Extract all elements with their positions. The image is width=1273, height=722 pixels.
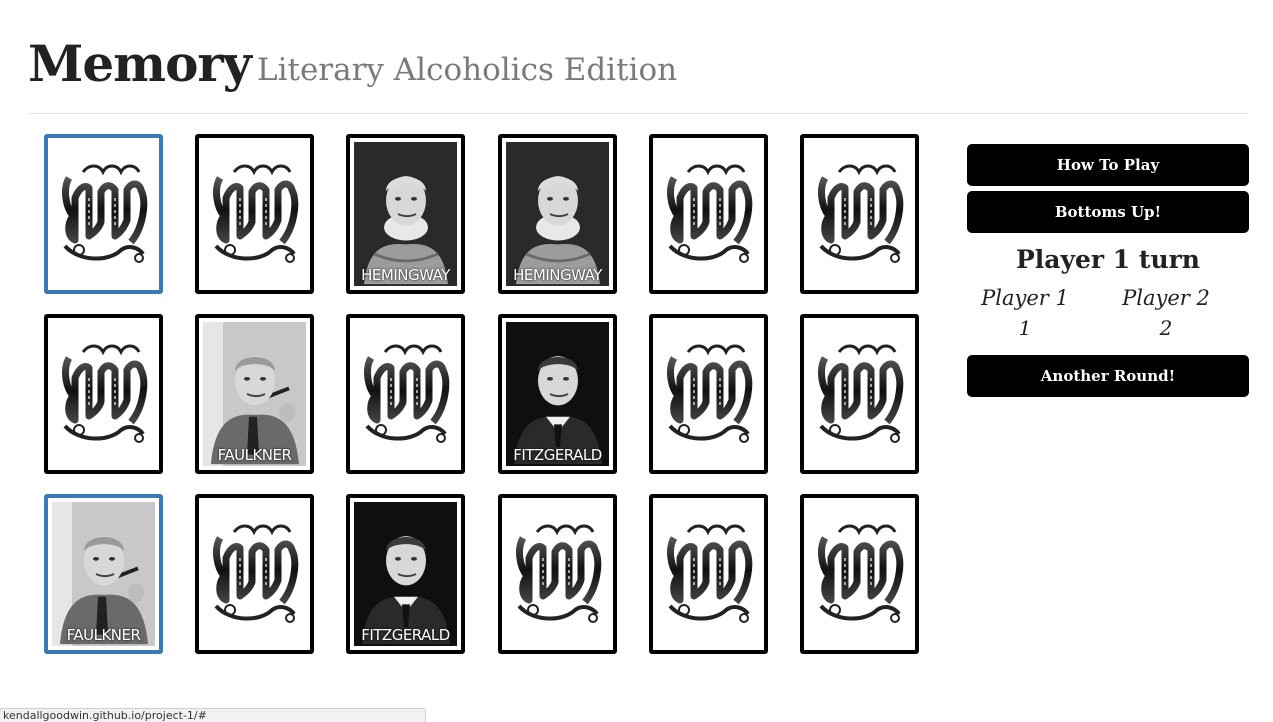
faulkner-portrait: FAULKNER — [52, 502, 155, 646]
memory-card[interactable]: FAULKNER — [195, 314, 314, 474]
player-2-score: 2 — [1159, 316, 1173, 340]
memory-card[interactable] — [649, 134, 768, 294]
page-title: Memory — [28, 34, 252, 93]
card-author-name: HEMINGWAY — [361, 266, 450, 284]
card-author-name: FITZGERALD — [513, 446, 602, 464]
ornate-m-icon — [804, 318, 915, 470]
faulkner-portrait: FAULKNER — [203, 322, 306, 466]
memory-card[interactable] — [44, 134, 163, 294]
memory-card[interactable] — [800, 134, 919, 294]
ornate-m-icon — [653, 138, 764, 290]
player-1-score-column: Player 1 1 — [965, 286, 1085, 340]
ornate-m-icon — [48, 138, 159, 290]
ornate-m-icon — [199, 498, 310, 650]
another-round-button[interactable]: Another Round! — [967, 355, 1249, 397]
memory-card[interactable]: HEMINGWAY — [498, 134, 617, 294]
memory-card[interactable]: FITZGERALD — [498, 314, 617, 474]
memory-card[interactable] — [800, 314, 919, 474]
card-author-name: FAULKNER — [66, 626, 141, 644]
game-board: HEMINGWAY HEMINGWAY FAULKNER FITZGERALD FAUL… — [44, 134, 924, 659]
memory-card[interactable] — [800, 494, 919, 654]
scoreboard: Player 1 1 Player 2 2 — [967, 274, 1249, 354]
bottoms-up-button[interactable]: Bottoms Up! — [967, 191, 1249, 233]
page-subtitle: Literary Alcoholics Edition — [257, 52, 678, 88]
fitzgerald-portrait: FITZGERALD — [354, 502, 457, 646]
ornate-m-icon — [804, 498, 915, 650]
player-2-score-column: Player 2 2 — [1106, 286, 1226, 340]
player-1-score: 1 — [1018, 316, 1032, 340]
ornate-m-icon — [502, 498, 613, 650]
hemingway-portrait: HEMINGWAY — [506, 142, 609, 286]
page-header: Memory Literary Alcoholics Edition — [28, 34, 1248, 114]
card-author-name: FAULKNER — [217, 446, 292, 464]
memory-card[interactable]: HEMINGWAY — [346, 134, 465, 294]
memory-card[interactable]: FITZGERALD — [346, 494, 465, 654]
fitzgerald-portrait: FITZGERALD — [506, 322, 609, 466]
memory-card[interactable] — [649, 314, 768, 474]
hemingway-portrait: HEMINGWAY — [354, 142, 457, 286]
ornate-m-icon — [804, 138, 915, 290]
player-1-name: Player 1 — [981, 286, 1069, 310]
how-to-play-button[interactable]: How To Play — [967, 144, 1249, 186]
card-author-name: FITZGERALD — [361, 626, 450, 644]
memory-card[interactable] — [195, 494, 314, 654]
ornate-m-icon — [48, 318, 159, 470]
card-author-name: HEMINGWAY — [513, 266, 602, 284]
ornate-m-icon — [199, 138, 310, 290]
memory-card[interactable]: FAULKNER — [44, 494, 163, 654]
sidebar: How To Play Bottoms Up! Player 1 turn Pl… — [967, 144, 1249, 397]
memory-card[interactable] — [44, 314, 163, 474]
memory-card[interactable] — [649, 494, 768, 654]
turn-indicator: Player 1 turn — [1016, 245, 1200, 274]
browser-status-bar: kendallgoodwin.github.io/project-1/# — [0, 708, 426, 722]
ornate-m-icon — [350, 318, 461, 470]
memory-card[interactable] — [346, 314, 465, 474]
ornate-m-icon — [653, 498, 764, 650]
ornate-m-icon — [653, 318, 764, 470]
memory-card[interactable] — [195, 134, 314, 294]
memory-card[interactable] — [498, 494, 617, 654]
player-2-name: Player 2 — [1122, 286, 1210, 310]
